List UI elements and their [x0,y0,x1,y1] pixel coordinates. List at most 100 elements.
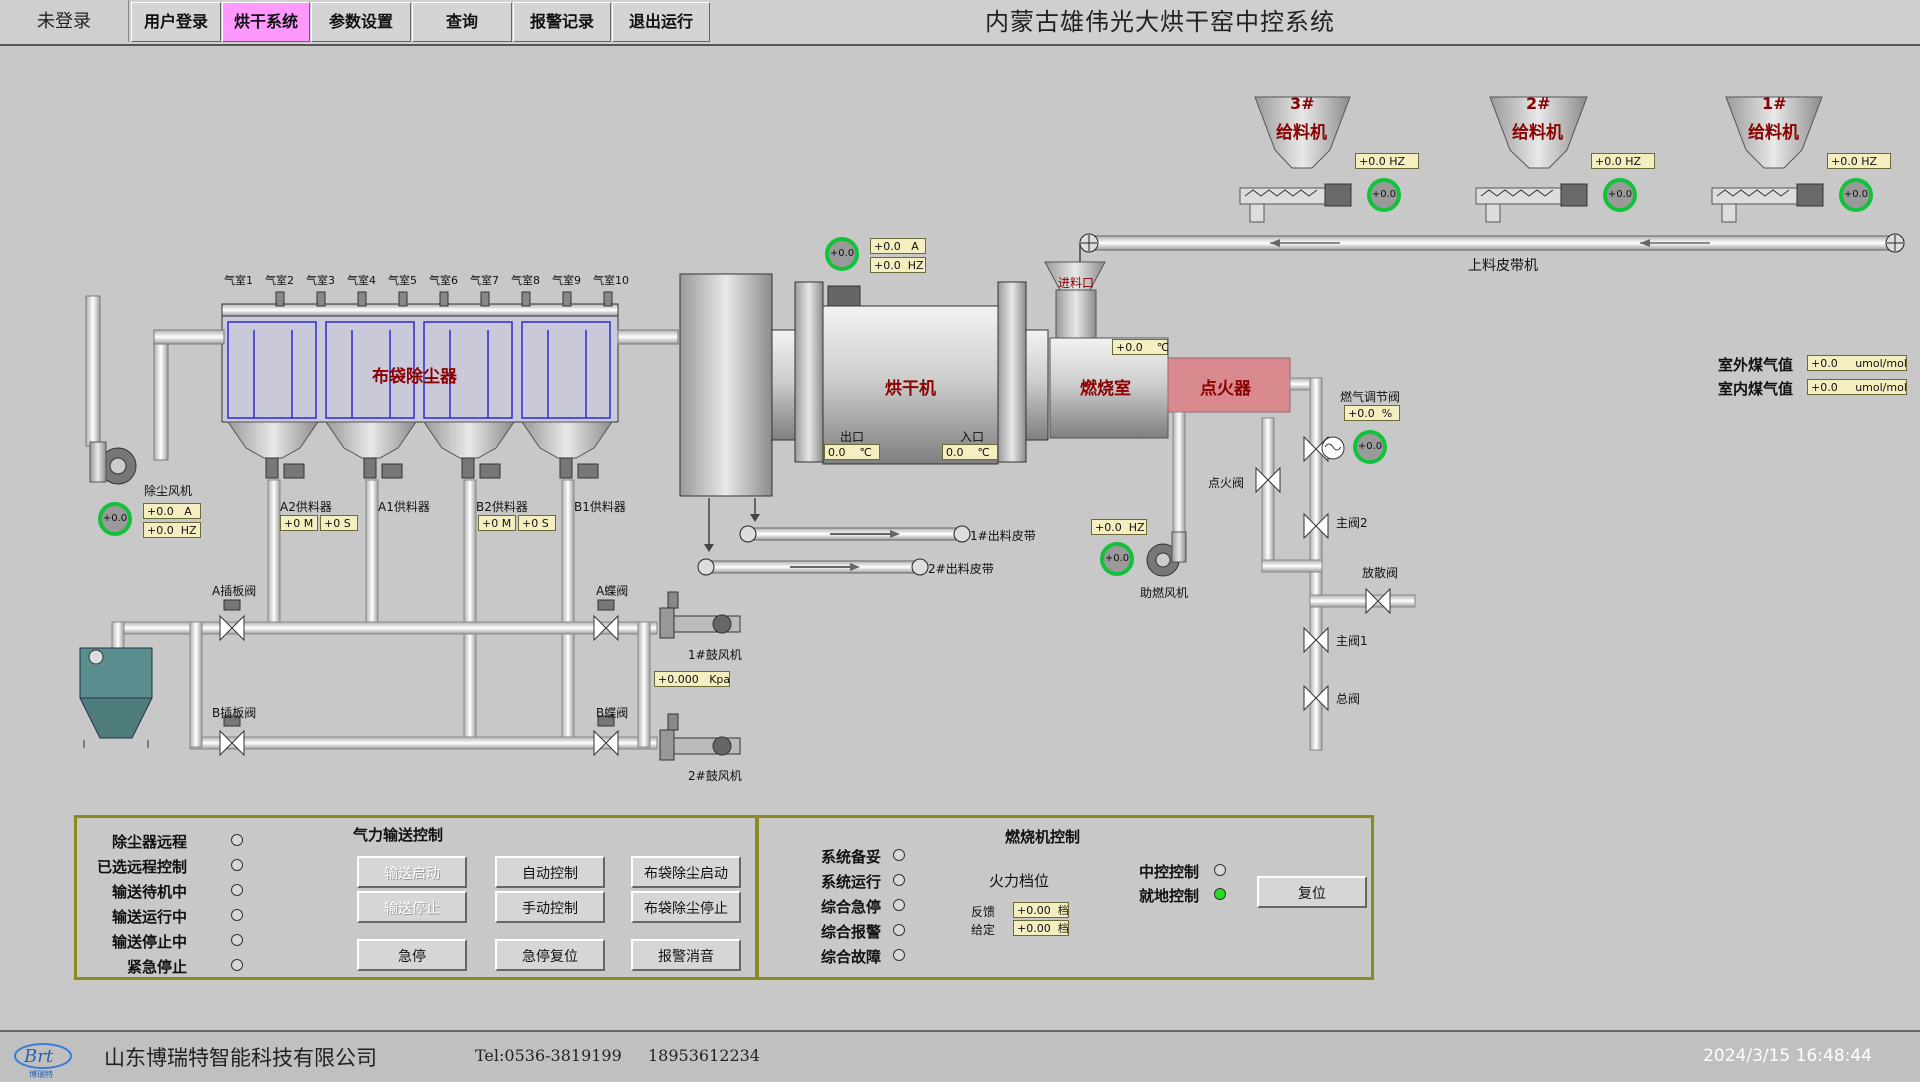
dryer-motor-indicator[interactable]: +0.0 [825,237,859,271]
total-valve-label: 总阀 [1336,692,1361,706]
emergency-reset-button[interactable]: 急停复位 [495,939,605,971]
feeder-2-shape [1475,96,1588,223]
b-time-s: +0 S [518,515,556,531]
dryer-motor-shape [827,285,861,307]
indoor-gas-label: 室内煤气值 [1718,380,1794,398]
indoor-gas-value: +0.0 umol/mol [1807,379,1907,395]
convey-stop-button[interactable]: 输送停止 [357,891,467,923]
pneumatic-status-label-1: 已选远程控制 [96,858,187,876]
burner-status-led-2 [893,899,905,911]
central-control-label: 中控控制 [1139,863,1200,881]
pneumatic-status-label-0: 除尘器远程 [111,833,187,851]
b-gate-valve-label: B插板阀 [212,706,257,720]
chamber-label-5: 气室5 [388,274,417,287]
gas-valve-indicator[interactable]: +0.0 [1353,430,1387,464]
convey-start-button[interactable]: 输送启动 [357,856,467,888]
feeder-3-num: 3# [1290,94,1315,113]
feed-inlet-label: 进料口 [1058,276,1095,290]
feeder-3-indicator[interactable]: +0.0 [1367,178,1401,212]
chamber-label-8: 气室8 [511,274,540,287]
burner-status-label-2: 综合急停 [821,898,882,916]
dryer-inlet-label: 入口 [960,430,985,444]
gas-valve-label: 燃气调节阀 [1340,390,1401,404]
chamber-label-2: 气室2 [265,274,294,287]
manual-control-button[interactable]: 手动控制 [495,891,605,923]
feeder-2-indicator[interactable]: +0.0 [1603,178,1637,212]
svg-text:Brt: Brt [23,1046,54,1067]
dust-fan-freq: +0.0 HZ [143,522,201,538]
feeder-b1-label: B1供料器 [574,500,626,514]
company-phone: Tel:0536-3819199 [475,1046,622,1065]
dryer-outlet-temp: 0.0 ℃ [824,444,880,460]
dryer-outlet-label: 出口 [840,430,865,444]
combustion-fan-shape [1146,531,1187,577]
feeder-1-num: 1# [1762,94,1787,113]
burner-status-label-1: 系统运行 [821,873,882,891]
feeder-1-freq: +0.0 HZ [1827,153,1891,169]
combustion-fan-freq: +0.0 HZ [1091,519,1147,535]
combustion-chamber-label: 燃烧室 [1080,379,1131,399]
setpoint-label: 给定 [971,923,996,937]
pneumatic-status-led-0 [231,834,243,846]
burner-status-led-3 [893,924,905,936]
b-butterfly-valve-label: B蝶阀 [596,706,629,720]
outdoor-gas-value: +0.0 umol/mol [1807,355,1907,371]
chamber-label-7: 气室7 [470,274,499,287]
combustion-fan-label: 助燃风机 [1140,586,1189,600]
combustion-temp: +0.0 ℃ [1112,339,1169,355]
central-control-led [1214,864,1226,876]
main-valve-1-label: 主阀1 [1336,634,1368,648]
fire-feedback-value: +0.00 档 [1013,902,1069,918]
feeder-1-indicator[interactable]: +0.0 [1839,178,1873,212]
dust-fan-indicator[interactable]: +0.0 [98,502,132,536]
emergency-stop-button[interactable]: 急停 [357,939,467,971]
pneumatic-status-led-3 [231,909,243,921]
blower-1-shape [659,591,741,639]
pneumatic-status-label-2: 输送待机中 [111,883,187,901]
main-valve-2-label: 主阀2 [1336,516,1368,530]
combustion-fan-indicator[interactable]: +0.0 [1100,542,1134,576]
company-logo: Brt 博瑞特 [14,1043,72,1079]
feeder-3-freq: +0.0 HZ [1355,153,1419,169]
auto-control-button[interactable]: 自动控制 [495,856,605,888]
a-gate-valve-label: A插板阀 [212,584,257,598]
baghouse-stop-button[interactable]: 布袋除尘停止 [631,891,741,923]
feedback-label: 反馈 [971,905,996,919]
burner-status-label-3: 综合报警 [821,923,882,941]
dust-collector-label: 布袋除尘器 [372,367,457,387]
a-time-m: +0 M [280,515,318,531]
chamber-label-3: 气室3 [306,274,335,287]
feeder-2-freq: +0.0 HZ [1591,153,1655,169]
alarm-silence-button[interactable]: 报警消音 [631,939,741,971]
burner-status-led-1 [893,874,905,886]
chamber-label-9: 气室9 [552,274,581,287]
fire-setpoint-value[interactable]: +0.00 档 [1013,920,1069,936]
pneumatic-status-led-1 [231,859,243,871]
belt-pulley-right [1885,233,1905,253]
blower-2-shape [659,713,741,761]
dryer-label: 烘干机 [885,379,936,399]
burner-status-label-0: 系统备妥 [821,848,882,866]
dryer-motor-freq: +0.0 HZ [870,257,926,273]
outdoor-gas-label: 室外煤气值 [1718,356,1794,374]
dryer-motor-current: +0.0 A [870,238,926,254]
chamber-label-4: 气室4 [347,274,376,287]
baghouse-start-button[interactable]: 布袋除尘启动 [631,856,741,888]
chamber-label-6: 气室6 [429,274,458,287]
vent-valve-label: 放散阀 [1362,566,1399,580]
pneumatic-status-label-4: 输送停止中 [111,933,187,951]
footer-bar: Brt 博瑞特 山东博瑞特智能科技有限公司 Tel:0536-3819199 1… [0,1030,1920,1082]
feeder-2-num: 2# [1526,94,1551,113]
pneumatic-status-led-4 [231,934,243,946]
reset-button[interactable]: 复位 [1257,876,1367,908]
fire-level-label: 火力档位 [989,872,1050,890]
feeder-1-shape [1711,96,1824,223]
ignite-valve-label: 点火阀 [1208,476,1245,490]
pneumatic-status-led-5 [231,959,243,971]
blower-1-label: 1#鼓风机 [688,648,742,662]
silo-shape [79,647,153,748]
blower-2-label: 2#鼓风机 [688,769,742,783]
dust-fan-label: 除尘风机 [144,484,193,498]
burner-panel-title: 燃烧机控制 [1005,828,1081,846]
feeder-a1-label: A1供料器 [378,500,430,514]
